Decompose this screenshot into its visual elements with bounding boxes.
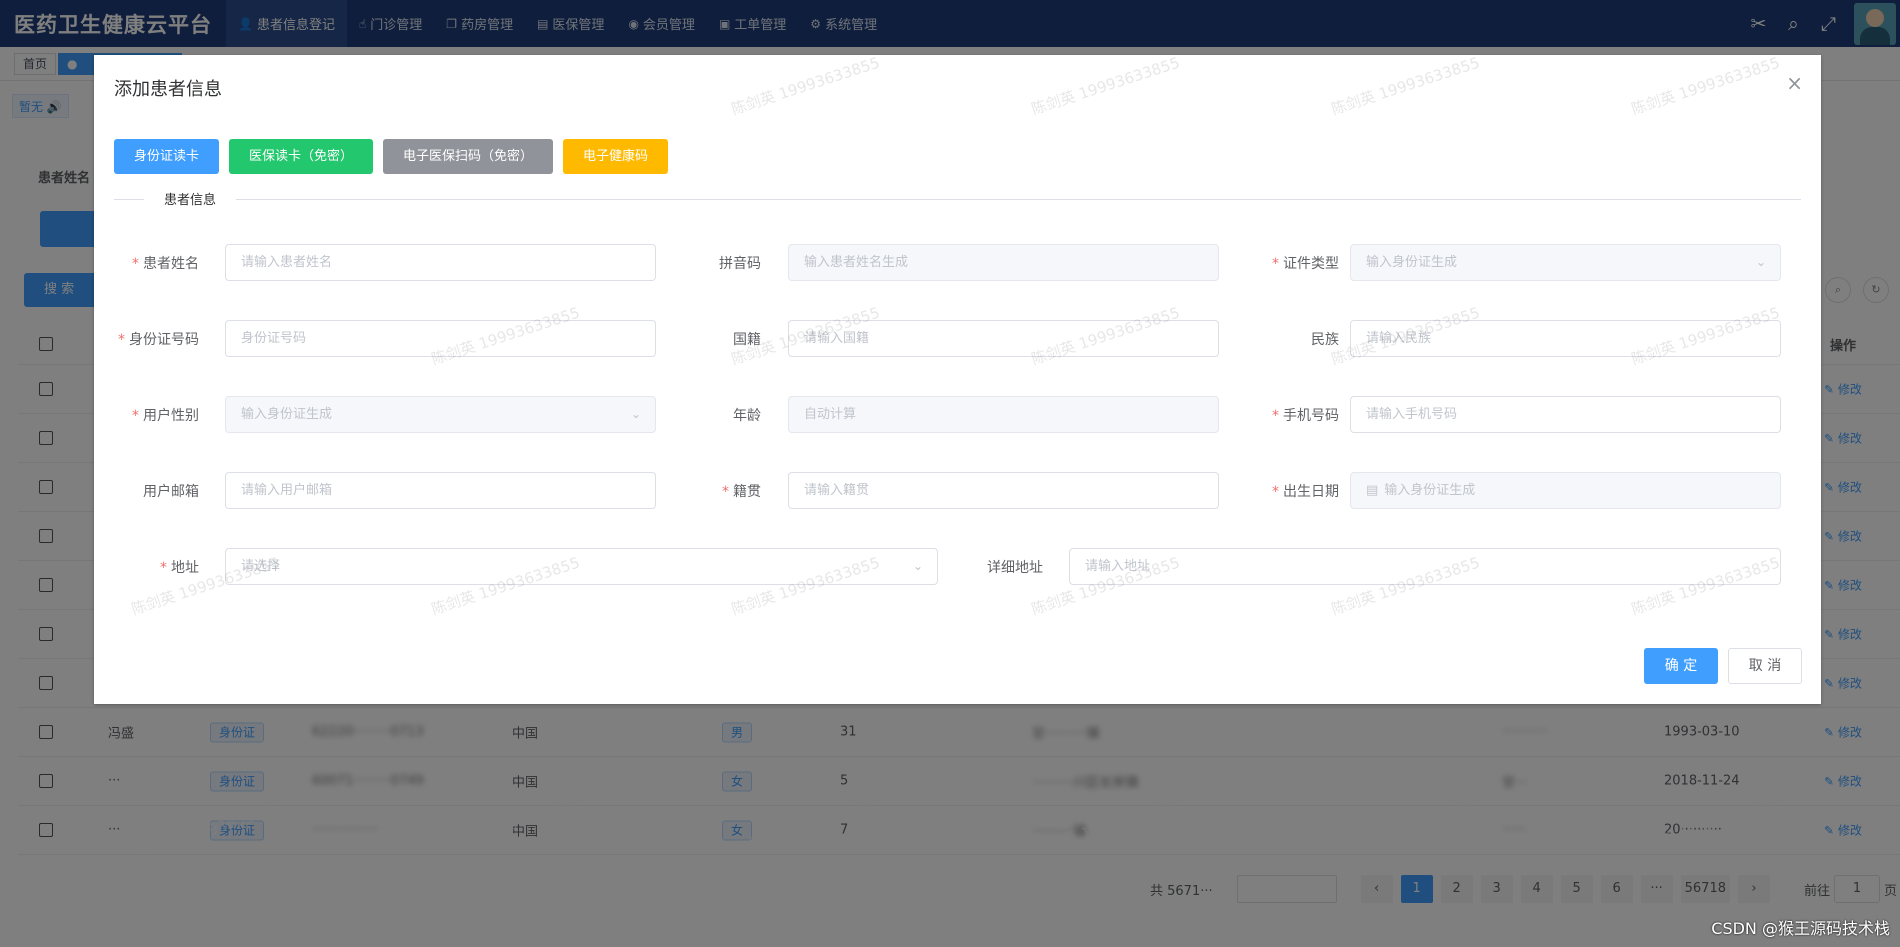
id-type-select[interactable]: 输入身份证生成 ⌄ xyxy=(1350,244,1781,281)
ethnicity-label: 民族 xyxy=(1311,332,1339,348)
birth-date-picker[interactable]: ▤ 输入身份证生成 xyxy=(1350,472,1781,509)
age-input[interactable]: 自动计算 xyxy=(788,396,1219,433)
cancel-button[interactable]: 取 消 xyxy=(1728,648,1802,684)
nationality-label: 国籍 xyxy=(733,332,761,348)
watermark: 陈剑英 19993633855 xyxy=(1029,53,1182,119)
chevron-down-icon: ⌄ xyxy=(912,559,923,573)
section-divider xyxy=(114,199,1801,200)
origin-label: 籍贯 xyxy=(722,481,761,501)
pinyin-input[interactable]: 输入患者姓名生成 xyxy=(788,244,1219,281)
ethnicity-input[interactable]: 请输入民族 xyxy=(1350,320,1781,357)
phone-label: 手机号码 xyxy=(1272,405,1339,425)
gender-label: 用户性别 xyxy=(132,405,199,425)
card-read-buttons: 身份证读卡 医保读卡（免密） 电子医保扫码（免密） 电子健康码 xyxy=(114,139,678,174)
idtype-label: 证件类型 xyxy=(1272,253,1339,273)
section-title: 患者信息 xyxy=(144,189,237,208)
address-cascader[interactable]: 请选择 ⌄ xyxy=(225,548,938,585)
phone-input[interactable]: 请输入手机号码 xyxy=(1350,396,1781,433)
email-input[interactable]: 请输入用户邮箱 xyxy=(225,472,656,509)
confirm-button[interactable]: 确 定 xyxy=(1644,648,1718,684)
idno-label: 身份证号码 xyxy=(118,329,199,349)
e-insurance-scan-button[interactable]: 电子医保扫码（免密） xyxy=(383,139,554,174)
address-label: 地址 xyxy=(160,557,199,577)
birth-label: 出生日期 xyxy=(1272,481,1339,501)
id-number-input[interactable]: 身份证号码 xyxy=(225,320,656,357)
age-label: 年龄 xyxy=(733,408,761,424)
chevron-down-icon: ⌄ xyxy=(1755,255,1766,269)
detail-address-label: 详细地址 xyxy=(987,560,1043,576)
e-health-code-button[interactable]: 电子健康码 xyxy=(563,139,669,174)
close-icon[interactable]: × xyxy=(1786,71,1803,95)
patient-name-input[interactable]: 请输入患者姓名 xyxy=(225,244,656,281)
add-patient-dialog: 添加患者信息 × 身份证读卡 医保读卡（免密） 电子医保扫码（免密） 电子健康码… xyxy=(94,53,1821,704)
id-card-read-button[interactable]: 身份证读卡 xyxy=(114,139,220,174)
native-place-input[interactable]: 请输入籍贯 xyxy=(788,472,1219,509)
insurance-card-read-button[interactable]: 医保读卡（免密） xyxy=(229,139,374,174)
chevron-down-icon: ⌄ xyxy=(630,407,641,421)
watermark: 陈剑英 19993633855 xyxy=(1329,53,1482,119)
pinyin-label: 拼音码 xyxy=(719,256,761,272)
detail-address-input[interactable]: 请输入地址 xyxy=(1069,548,1781,585)
watermark: 陈剑英 19993633855 xyxy=(729,53,882,119)
name-label: 患者姓名 xyxy=(132,253,199,273)
footer-credit: CSDN @猴王源码技术栈 xyxy=(1711,919,1890,938)
email-label: 用户邮箱 xyxy=(143,484,199,500)
calendar-icon: ▤ xyxy=(1366,483,1379,498)
nationality-input[interactable]: 请输入国籍 xyxy=(788,320,1219,357)
gender-select[interactable]: 输入身份证生成 ⌄ xyxy=(225,396,656,433)
dialog-title: 添加患者信息 xyxy=(114,79,222,100)
watermark: 陈剑英 19993633855 xyxy=(1629,53,1782,119)
